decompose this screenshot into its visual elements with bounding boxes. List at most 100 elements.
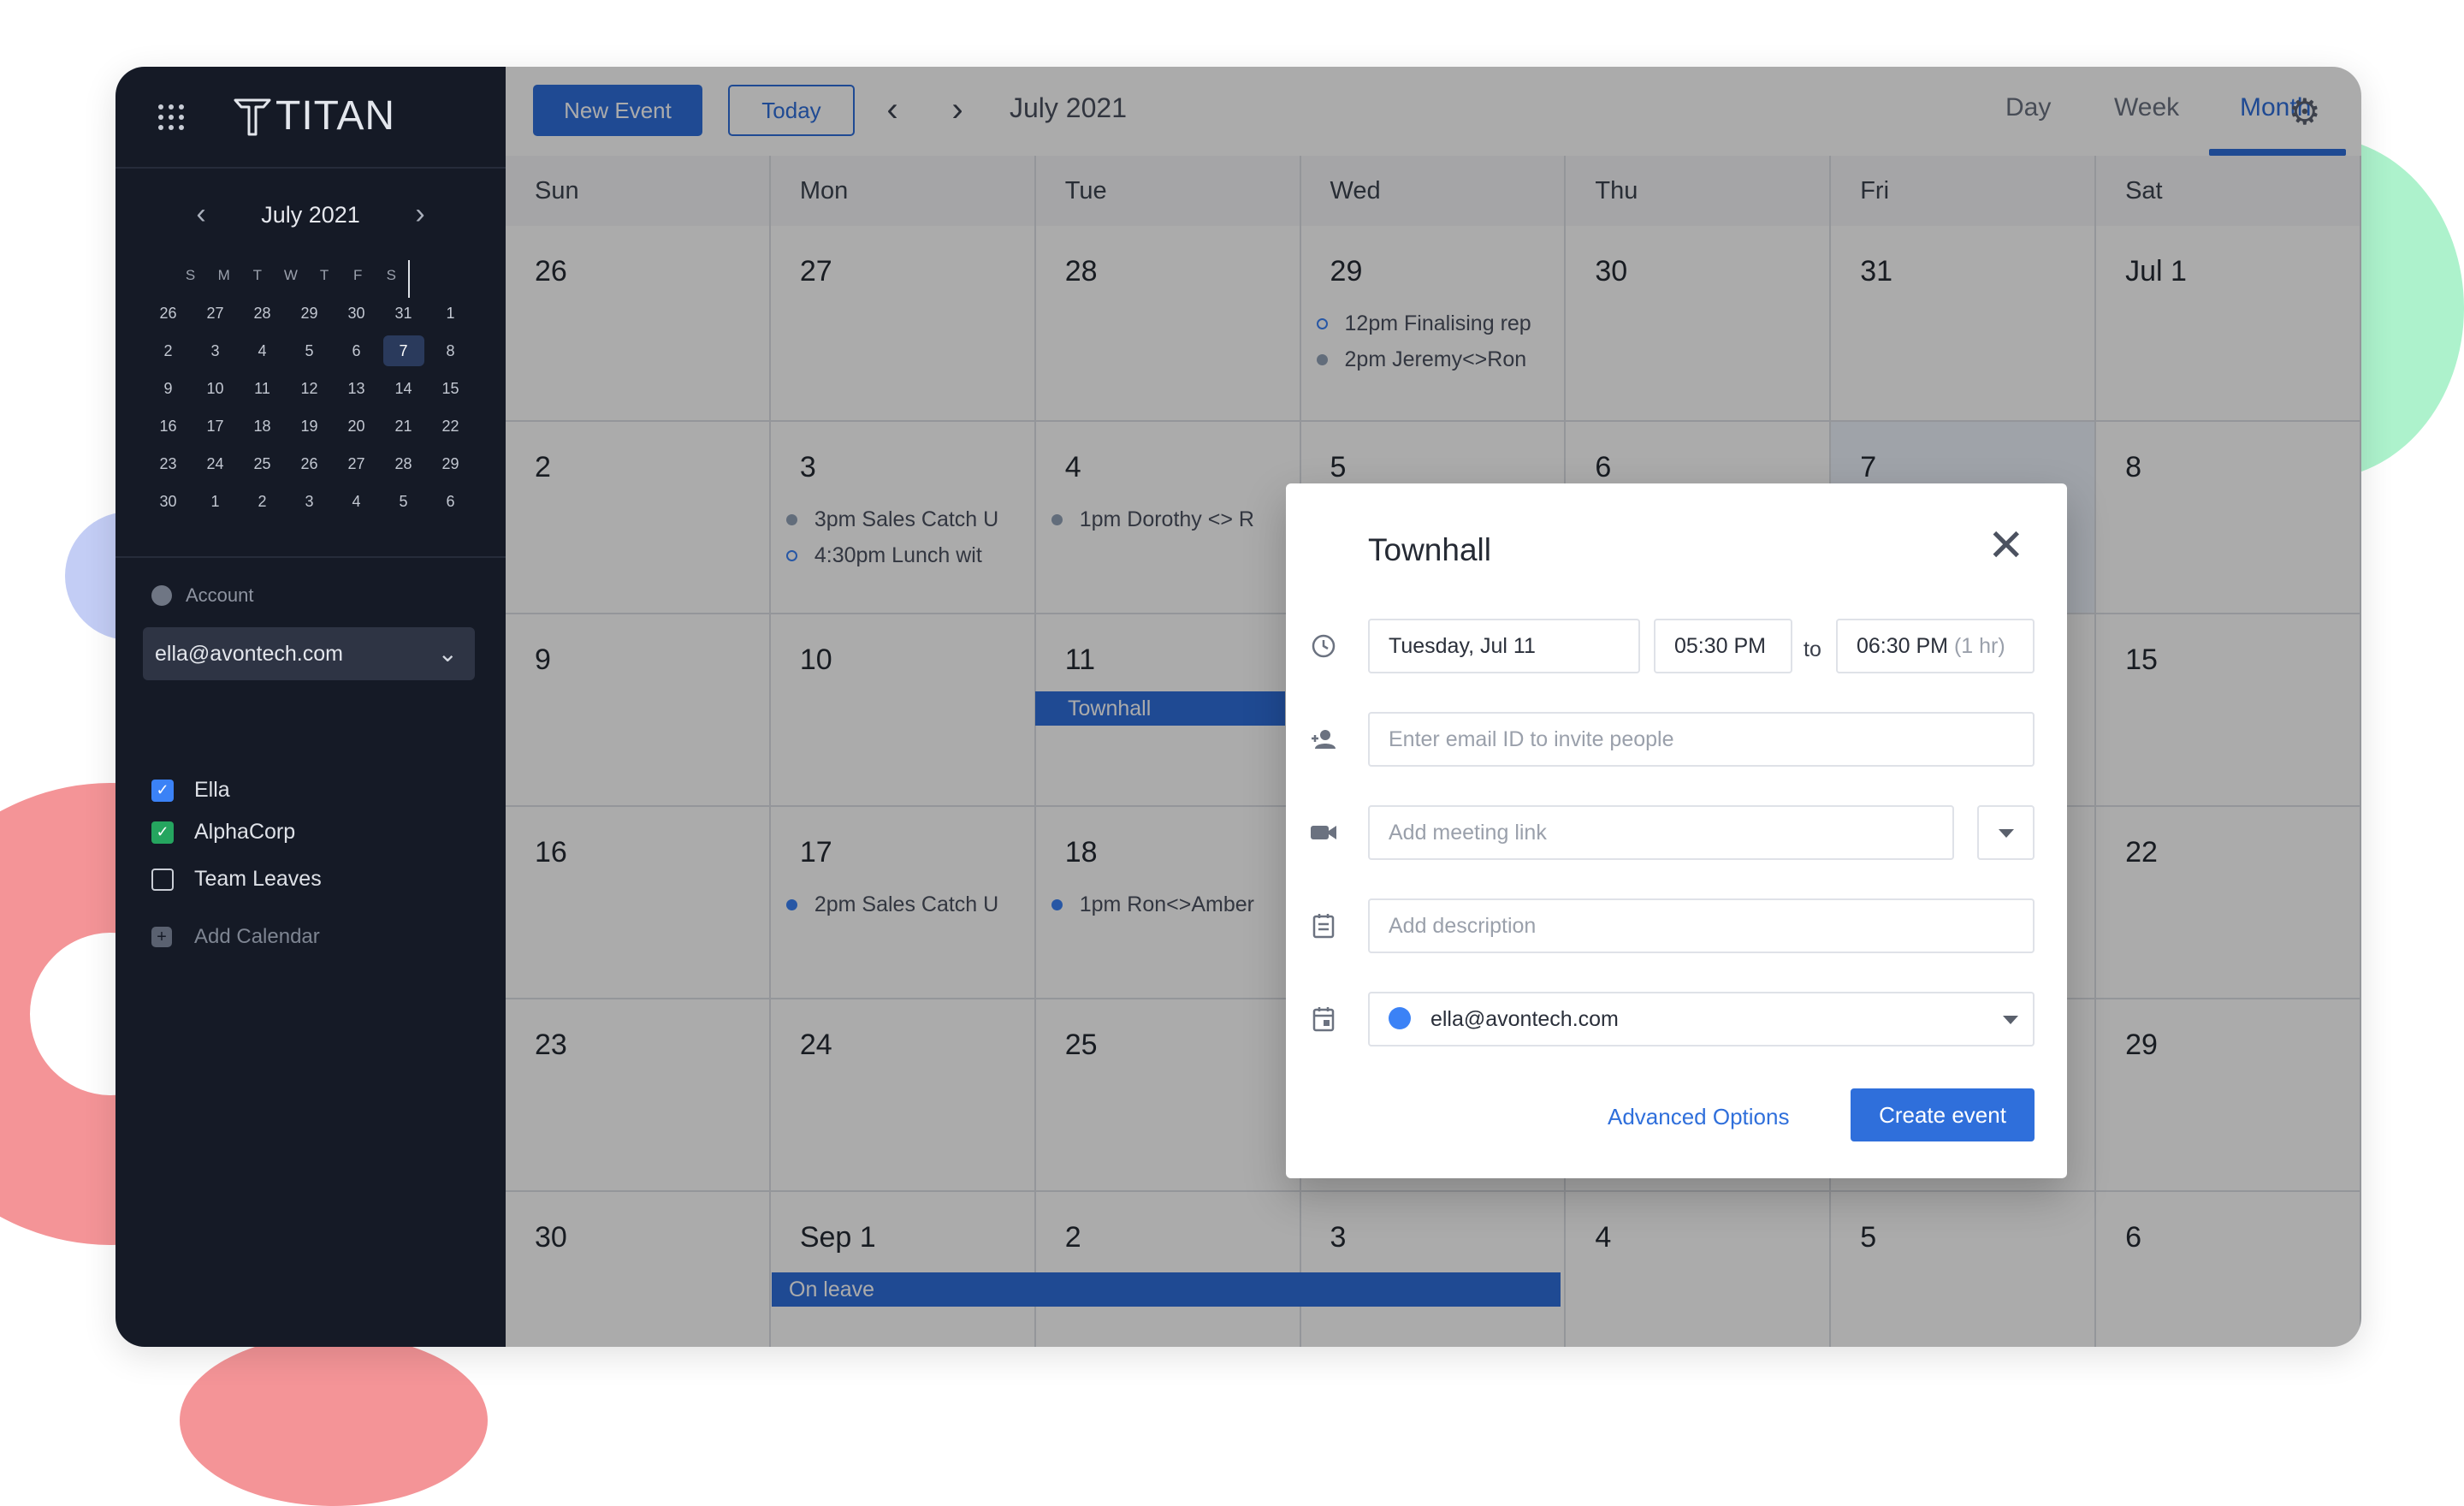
- mini-calendar-day-number: 13: [347, 380, 365, 397]
- mini-calendar-day-number: 27: [347, 455, 365, 472]
- mini-weekday-label: T: [319, 267, 329, 283]
- mini-calendar-day[interactable]: 11: [239, 373, 286, 411]
- mini-calendar-day-number: 30: [347, 305, 365, 322]
- mini-calendar-day[interactable]: 1: [427, 298, 474, 335]
- close-icon[interactable]: ✕: [1987, 524, 2025, 568]
- mini-calendar-day[interactable]: 28: [239, 298, 286, 335]
- mini-calendar-day[interactable]: 3: [192, 335, 239, 373]
- calendar-item-ella[interactable]: ✓ Ella: [151, 778, 230, 803]
- account-icon: [151, 585, 172, 606]
- mini-weekday-label: W: [283, 267, 298, 283]
- mini-calendar-day[interactable]: 26: [286, 448, 333, 486]
- mini-calendar-week: 26 27 28 29 30 31 1: [145, 298, 474, 335]
- modal-title[interactable]: Townhall: [1368, 532, 1491, 568]
- account-select[interactable]: ella@avontech.com ⌄: [143, 627, 475, 680]
- mini-calendar-day-number: 1: [446, 305, 455, 322]
- meeting-link-input[interactable]: Add meeting link: [1368, 805, 1954, 860]
- mini-calendar-day[interactable]: 7: [380, 335, 427, 373]
- mini-calendar-day-number: 9: [163, 380, 173, 397]
- mini-calendar-day[interactable]: 13: [333, 373, 380, 411]
- mini-calendar-day[interactable]: 6: [333, 335, 380, 373]
- calendar-item-alphacorp[interactable]: ✓ AlphaCorp: [151, 820, 295, 845]
- advanced-options-link[interactable]: Advanced Options: [1608, 1104, 1789, 1130]
- checkbox-checked-icon[interactable]: ✓: [151, 779, 174, 802]
- calendar-select[interactable]: ella@avontech.com: [1368, 992, 2035, 1046]
- mini-calendar-day[interactable]: 17: [192, 411, 239, 448]
- mini-calendar-day-number: 3: [210, 342, 220, 359]
- add-calendar-button[interactable]: + Add Calendar: [151, 925, 320, 949]
- mini-calendar-day[interactable]: 29: [286, 298, 333, 335]
- mini-calendar-day[interactable]: 15: [427, 373, 474, 411]
- mini-calendar-day-number: 2: [258, 493, 267, 510]
- mini-calendar-day[interactable]: 6: [427, 486, 474, 524]
- mini-calendar-day[interactable]: 16: [145, 411, 192, 448]
- mini-calendar-day[interactable]: 28: [380, 448, 427, 486]
- checkbox-checked-icon[interactable]: ✓: [151, 821, 174, 844]
- clock-icon: [1308, 631, 1339, 661]
- end-time-field[interactable]: 06:30 PM (1 hr): [1836, 619, 2035, 673]
- mini-calendar-day[interactable]: 31: [380, 298, 427, 335]
- invite-email-input[interactable]: Enter email ID to invite people: [1368, 712, 2035, 767]
- mini-calendar-day[interactable]: 4: [239, 335, 286, 373]
- mini-calendar-day[interactable]: 27: [192, 298, 239, 335]
- mini-calendar-day[interactable]: 8: [427, 335, 474, 373]
- mini-calendar-day-number: 17: [206, 418, 224, 435]
- mini-calendar-day-number: 18: [253, 418, 271, 435]
- mini-calendar-day-number: 20: [347, 418, 365, 435]
- mini-weekday-label: M: [217, 267, 230, 283]
- description-input[interactable]: Add description: [1368, 898, 2035, 953]
- titan-logo-icon: [234, 98, 271, 136]
- mini-calendar-grid: S M T W T F S 26 27 28 29 30 31 1 2 3 4 5 6 7 8 9 10 11 12 13 14 15…: [145, 260, 474, 524]
- calendar-item-team-leaves[interactable]: Team Leaves: [151, 867, 322, 892]
- mini-calendar-day[interactable]: 5: [286, 335, 333, 373]
- end-time-value: 06:30 PM: [1857, 634, 1949, 658]
- mini-calendar-day[interactable]: 30: [333, 298, 380, 335]
- mini-calendar-day-number: 6: [446, 493, 455, 510]
- mini-calendar-day[interactable]: 2: [239, 486, 286, 524]
- mini-calendar-day[interactable]: 4: [333, 486, 380, 524]
- caret-down-icon: [2003, 1016, 2018, 1024]
- logo-bar: TITAN: [116, 67, 506, 169]
- mini-calendar-day[interactable]: 20: [333, 411, 380, 448]
- mini-calendar-day[interactable]: 22: [427, 411, 474, 448]
- start-time-field[interactable]: 05:30 PM: [1654, 619, 1792, 673]
- mini-calendar-day[interactable]: 9: [145, 373, 192, 411]
- calendar-select-value: ella@avontech.com: [1430, 1007, 1619, 1031]
- caret-down-icon: [1999, 829, 2014, 838]
- mini-calendar-day[interactable]: 27: [333, 448, 380, 486]
- mini-next-month-icon[interactable]: ›: [406, 199, 434, 228]
- mini-calendar-day[interactable]: 5: [380, 486, 427, 524]
- mini-calendar-day-number: 14: [394, 380, 412, 397]
- duration-label: (1 hr): [1953, 634, 2005, 658]
- mini-calendar-day[interactable]: 10: [192, 373, 239, 411]
- meeting-link-dropdown[interactable]: [1977, 805, 2035, 860]
- mini-calendar-week: 23 24 25 26 27 28 29: [145, 448, 474, 486]
- mini-calendar-day[interactable]: 26: [145, 298, 192, 335]
- mini-calendar-day[interactable]: 23: [145, 448, 192, 486]
- apps-grid-icon[interactable]: [158, 104, 186, 132]
- mini-calendar-day[interactable]: 18: [239, 411, 286, 448]
- mini-calendar-day-number: 26: [300, 455, 318, 472]
- calendar-item-label: AlphaCorp: [194, 820, 296, 844]
- mini-calendar-day-number: 25: [253, 455, 271, 472]
- date-field[interactable]: Tuesday, Jul 11: [1368, 619, 1640, 673]
- mini-calendar-day[interactable]: 14: [380, 373, 427, 411]
- mini-calendar-day[interactable]: 19: [286, 411, 333, 448]
- create-event-button[interactable]: Create event: [1851, 1088, 2035, 1141]
- checkbox-unchecked-icon[interactable]: [151, 868, 174, 891]
- mini-weekday-label: T: [252, 267, 262, 283]
- mini-calendar-day[interactable]: 25: [239, 448, 286, 486]
- mini-calendar-day-number: 21: [394, 418, 412, 435]
- mini-calendar-day[interactable]: 1: [192, 486, 239, 524]
- mini-calendar-day[interactable]: 3: [286, 486, 333, 524]
- mini-calendar-day[interactable]: 21: [380, 411, 427, 448]
- mini-calendar-day[interactable]: 24: [192, 448, 239, 486]
- mini-calendar-day-number: 4: [352, 493, 361, 510]
- mini-calendar-day-number: 29: [300, 305, 318, 322]
- mini-calendar-day[interactable]: 29: [427, 448, 474, 486]
- mini-calendar-day-number: 4: [258, 342, 267, 359]
- mini-calendar-day[interactable]: 2: [145, 335, 192, 373]
- mini-calendar-day-number: 5: [399, 493, 408, 510]
- mini-calendar-day[interactable]: 30: [145, 486, 192, 524]
- mini-calendar-day[interactable]: 12: [286, 373, 333, 411]
